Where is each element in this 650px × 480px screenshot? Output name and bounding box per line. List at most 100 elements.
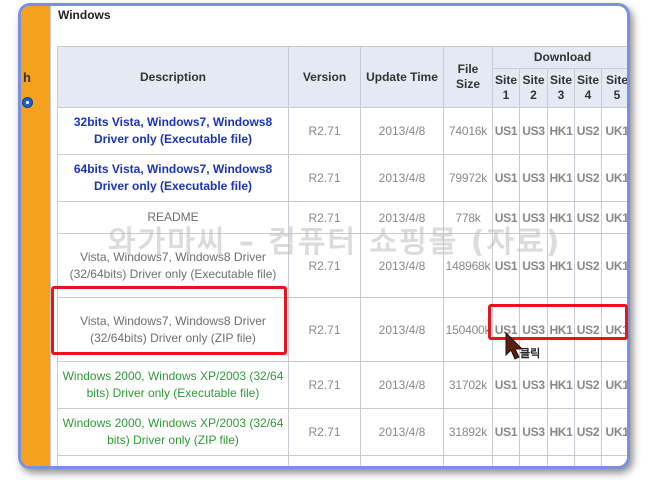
row-update-time: 2013/4/8 (360, 107, 444, 155)
row-update-time: 2012/6/22 (360, 455, 444, 466)
download-link-site-2[interactable]: US3 (519, 455, 548, 466)
download-link-site-4[interactable]: US2 (574, 201, 602, 234)
row-file-size: 22630k (443, 455, 493, 466)
side-text: h (23, 70, 31, 85)
row-file-size: 148968k (443, 233, 493, 298)
section-title: Windows (58, 8, 111, 22)
header-download: Download (491, 46, 627, 69)
table-row: 64bits Vista, Windows7, Windows8 Driver … (57, 154, 627, 202)
site-number: 5 (613, 88, 621, 102)
table-row: 32bits Vista, Windows7, Windows8 Driver … (57, 107, 627, 155)
row-version: R2.71 (288, 297, 361, 362)
click-annotation: 클릭 (520, 347, 541, 360)
row-version: R2.71 (288, 154, 361, 202)
header-version: Version (288, 46, 361, 108)
download-link-site-2[interactable]: US3 (519, 107, 548, 155)
download-panel: Windows Description Version Update Time … (50, 6, 627, 466)
download-link-site-4[interactable]: US2 (574, 233, 602, 298)
download-link-site-2[interactable]: US3 (519, 361, 548, 409)
row-description[interactable]: 32bits Vista, Windows7, Windows8 Driver … (57, 107, 289, 155)
row-update-time: 2013/4/8 (360, 233, 444, 298)
download-link-site-3[interactable]: HK1 (547, 361, 575, 409)
download-link-site-2[interactable]: US3 (519, 233, 548, 298)
table-row: ATI HDMI Audio DeviceR2.702012/6/2222630… (57, 455, 627, 466)
row-file-size: 79972k (443, 154, 493, 202)
row-update-time: 2013/4/8 (360, 201, 444, 234)
site-label: Site (549, 73, 572, 87)
download-link-site-4[interactable]: US2 (574, 154, 602, 202)
download-link-site-1[interactable]: US1 (492, 107, 520, 155)
download-link-site-3[interactable]: HK1 (547, 233, 575, 298)
download-link-site-4[interactable]: US2 (574, 361, 602, 409)
table-row: Windows 2000, Windows XP/2003 (32/64 bit… (57, 408, 627, 456)
download-link-site-3[interactable]: HK1 (547, 297, 575, 362)
download-link-site-5[interactable]: UK1 (600, 297, 627, 362)
download-link-site-3[interactable]: HK1 (547, 408, 575, 456)
header-site-3: Site 3 (547, 68, 575, 108)
download-link-site-4[interactable]: US2 (574, 408, 602, 456)
row-description[interactable]: 64bits Vista, Windows7, Windows8 Driver … (57, 154, 289, 202)
header-site-2: Site 2 (519, 68, 548, 108)
download-link-site-5[interactable]: UK1 (600, 107, 627, 155)
row-file-size: 778k (443, 201, 493, 234)
table-row: README R2.71 2013/4/8 778k US1 US3 HK1 US2 UK1 (57, 201, 627, 234)
table-row: Vista, Windows7, Windows8 Driver (32/64b… (57, 297, 627, 362)
header-site-5: Site 5 (600, 68, 629, 108)
site-number: 2 (530, 88, 537, 102)
header-site-4: Site 4 (574, 68, 602, 108)
row-update-time: 2013/4/8 (360, 361, 444, 409)
info-icon[interactable] (22, 97, 33, 108)
download-link-site-4[interactable]: US2 (574, 297, 602, 362)
download-link-site-1[interactable]: US1 (492, 201, 520, 234)
row-file-size: 31892k (443, 408, 493, 456)
row-update-time: 2013/4/8 (360, 408, 444, 456)
download-link-site-1[interactable]: US1 (492, 154, 520, 202)
site-label: Site (522, 73, 545, 87)
download-link-site-3[interactable]: HK1 (547, 201, 575, 234)
site-label: Site (576, 73, 599, 87)
download-link-site-1[interactable]: US1 (492, 233, 520, 298)
row-description: README (57, 201, 289, 234)
header-description: Description (57, 46, 289, 108)
row-file-size: 31702k (443, 361, 493, 409)
download-link-site-2[interactable]: US3 (519, 154, 548, 202)
header-site-1: Site 1 (492, 68, 520, 108)
download-link-site-5[interactable]: UK1 (600, 233, 627, 298)
download-link-site-1[interactable]: US1 (492, 455, 520, 466)
download-link-site-4[interactable]: US2 (574, 455, 602, 466)
download-link-site-2[interactable]: US3 (519, 408, 548, 456)
row-description: Windows 2000, Windows XP/2003 (32/64 bit… (57, 408, 289, 456)
download-link-site-1[interactable]: US1 (492, 408, 520, 456)
row-update-time: 2013/4/8 (360, 297, 444, 362)
row-version: R2.70 (288, 455, 361, 466)
table-row: Windows 2000, Windows XP/2003 (32/64 bit… (57, 361, 627, 409)
download-link-site-3[interactable]: HK1 (547, 107, 575, 155)
row-version: R2.71 (288, 201, 361, 234)
download-link-site-3[interactable]: HK1 (547, 154, 575, 202)
download-link-site-3[interactable]: HK1 (547, 455, 575, 466)
row-description: ATI HDMI Audio Device (57, 455, 289, 466)
left-accent-bar: h (21, 6, 50, 466)
header-file-size: File Size (443, 46, 493, 108)
download-link-site-5[interactable]: UK1 (600, 408, 627, 456)
row-version: R2.71 (288, 233, 361, 298)
row-description: Windows 2000, Windows XP/2003 (32/64 bit… (57, 361, 289, 409)
site-label: Site (606, 73, 629, 87)
download-link-site-1[interactable]: US1 (492, 361, 520, 409)
download-link-site-5[interactable]: UK1 (600, 201, 627, 234)
driver-download-table: Description Version Update Time File Siz… (57, 46, 629, 466)
screenshot-frame: h Windows Description Version Update Tim… (18, 3, 630, 469)
download-link-site-5[interactable]: UK1 (600, 154, 627, 202)
row-version: R2.71 (288, 361, 361, 409)
row-version: R2.71 (288, 408, 361, 456)
row-description: Vista, Windows7, Windows8 Driver (32/64b… (57, 297, 289, 362)
site-number: 3 (557, 88, 565, 102)
download-link-site-5[interactable]: UK1 (600, 455, 627, 466)
download-link-site-4[interactable]: US2 (574, 107, 602, 155)
site-label: Site (494, 73, 517, 87)
site-number: 4 (584, 88, 592, 102)
download-link-site-2[interactable]: US3 (519, 201, 548, 234)
row-file-size: 150400k (443, 297, 493, 362)
download-link-site-5[interactable]: UK1 (600, 361, 627, 409)
row-description: Vista, Windows7, Windows8 Driver (32/64b… (57, 233, 289, 298)
